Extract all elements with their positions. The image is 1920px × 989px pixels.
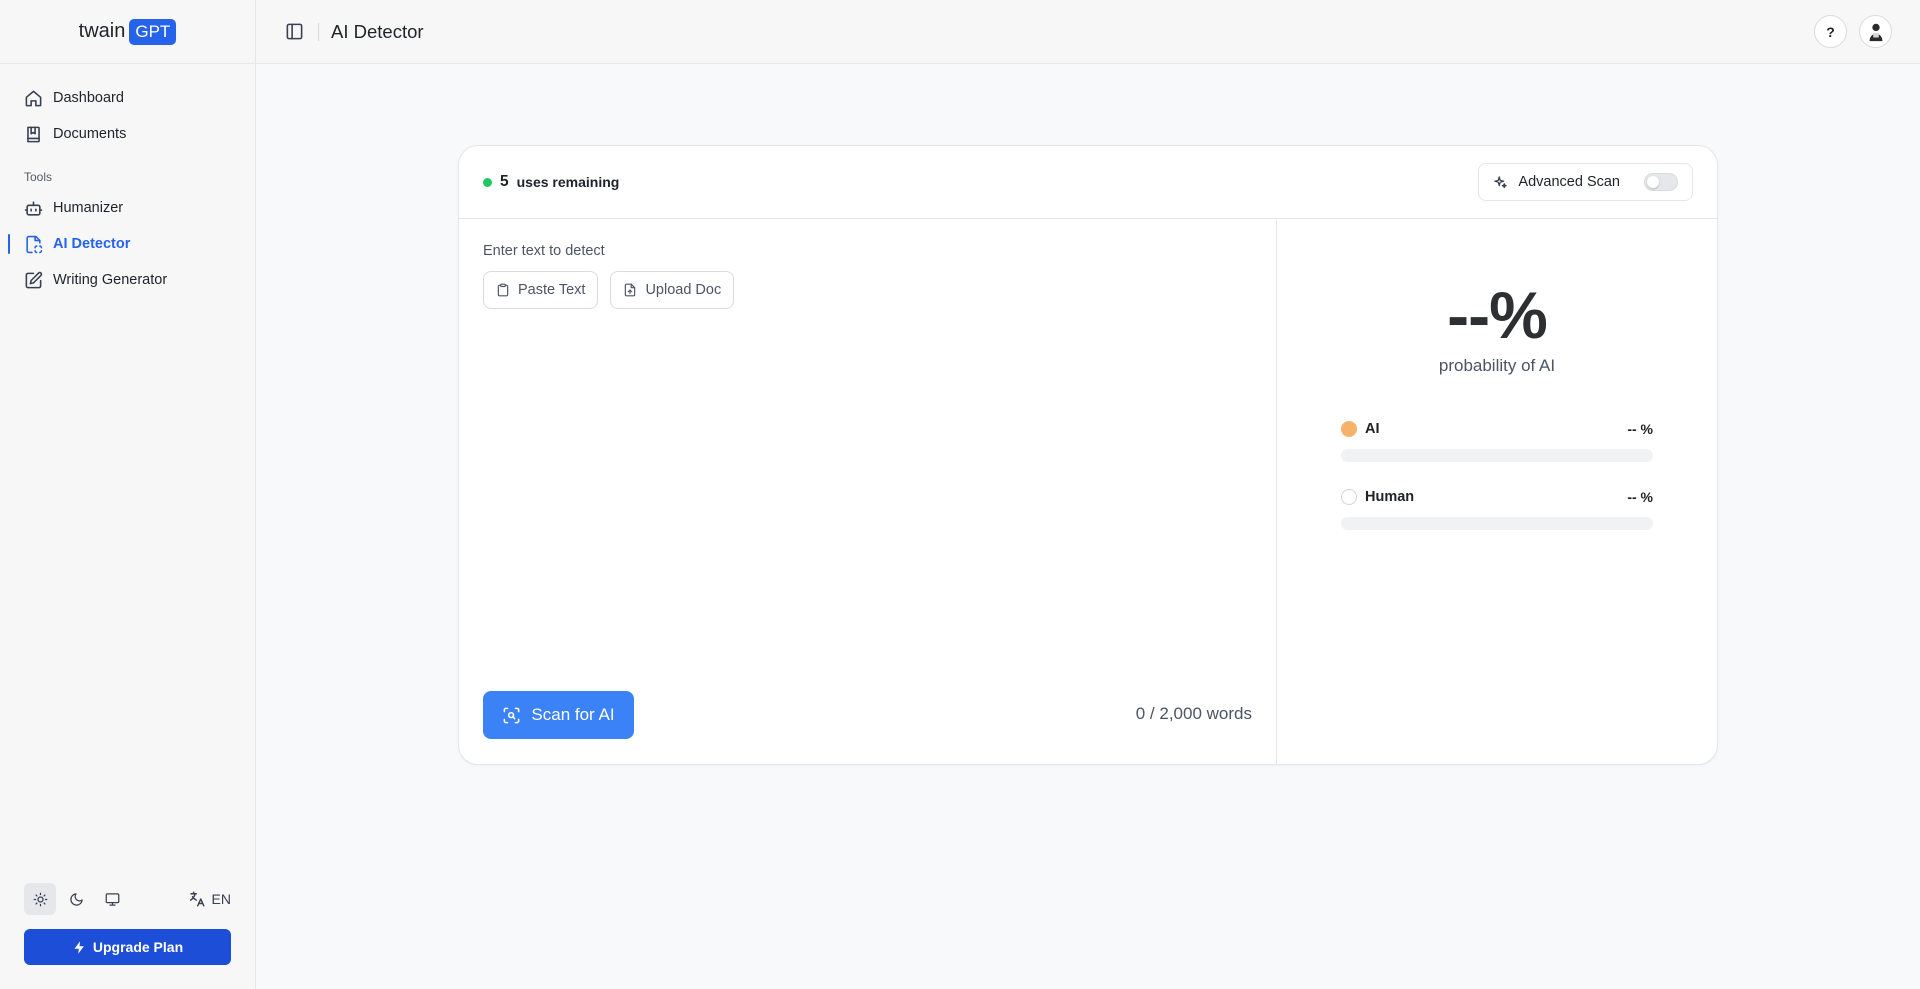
home-icon — [24, 89, 43, 108]
metric-human: Human -- % — [1341, 489, 1653, 530]
file-upload-icon — [623, 283, 637, 297]
upload-doc-button[interactable]: Upload Doc — [610, 271, 735, 309]
paste-text-label: Paste Text — [518, 282, 586, 298]
avatar[interactable] — [1859, 15, 1892, 48]
help-label: ? — [1826, 23, 1835, 40]
paste-text-button[interactable]: Paste Text — [483, 271, 599, 309]
theme-switcher: EN — [24, 883, 231, 915]
sidebar-item-label: Humanizer — [53, 200, 124, 216]
advanced-scan-label: Advanced Scan — [1518, 174, 1620, 190]
theme-system-button[interactable] — [96, 883, 128, 915]
result-pane: --% probability of AI AI -- % Human -- % — [1277, 219, 1717, 764]
language-label: EN — [211, 891, 231, 907]
ai-legend-dot — [1341, 421, 1357, 437]
book-icon — [24, 125, 43, 144]
advanced-scan-toggle[interactable]: Advanced Scan — [1478, 163, 1693, 201]
bot-icon — [24, 199, 43, 218]
translate-icon — [188, 890, 206, 908]
clipboard-icon — [496, 283, 510, 297]
sidebar-item-label: Documents — [53, 126, 127, 142]
metric-ai-row: AI -- % — [1341, 421, 1653, 437]
input-pane: Enter text to detect Paste Text Upload D… — [459, 219, 1277, 764]
metric-ai-value: -- % — [1627, 421, 1653, 437]
advanced-scan-switch[interactable] — [1644, 173, 1678, 191]
logo[interactable]: twain GPT — [0, 0, 255, 64]
metric-ai-label: AI — [1365, 421, 1380, 437]
sidebar-item-label: Dashboard — [53, 90, 124, 106]
scan-for-ai-label: Scan for AI — [531, 705, 615, 724]
theme-dark-button[interactable] — [60, 883, 92, 915]
input-label: Enter text to detect — [483, 243, 605, 259]
uses-count: 5 — [500, 173, 509, 190]
sidebar-item-ai-detector[interactable]: AI Detector — [0, 226, 255, 262]
monitor-icon — [105, 892, 120, 907]
file-scan-icon — [24, 235, 43, 254]
metric-human-label: Human — [1365, 489, 1415, 505]
metric-ai-bar — [1341, 449, 1653, 462]
input-actions: Paste Text Upload Doc — [483, 271, 1252, 309]
language-selector[interactable]: EN — [188, 890, 231, 908]
upgrade-plan-label: Upgrade Plan — [92, 939, 184, 955]
sidebar-item-label: Writing Generator — [53, 272, 168, 288]
header-divider — [318, 22, 319, 41]
sidebar-toggle-button[interactable] — [278, 16, 310, 48]
scan-for-ai-button[interactable]: Scan for AI — [483, 691, 634, 739]
word-count: 0 / 2,000 words — [1135, 704, 1252, 723]
ai-detector-card: 5 uses remaining Advanced Scan Enter tex… — [458, 145, 1718, 765]
sidebar-section-tools: Tools — [24, 170, 53, 184]
sidebar-item-dashboard[interactable]: Dashboard — [0, 80, 255, 116]
theme-light-button[interactable] — [24, 883, 56, 915]
sidebar-item-label: AI Detector — [53, 236, 131, 252]
card-body: Enter text to detect Paste Text Upload D… — [459, 219, 1717, 764]
ai-probability-value: --% — [1447, 278, 1548, 352]
panel-left-icon — [285, 22, 304, 41]
header-actions: ? — [1814, 15, 1892, 48]
sidebar-item-humanizer[interactable]: Humanizer — [0, 190, 255, 226]
logo-text: twain — [78, 20, 126, 42]
sidebar-footer: EN Upgrade Plan — [24, 883, 231, 965]
status-dot — [483, 177, 492, 187]
text-input[interactable] — [483, 321, 1252, 664]
sidebar-nav: Dashboard Documents Tools Humanizer AI D… — [0, 64, 255, 298]
sun-icon — [33, 892, 48, 907]
sparkles-icon — [1493, 175, 1508, 190]
human-legend-dot — [1341, 489, 1357, 505]
ai-probability-label: probability of AI — [1438, 356, 1556, 375]
uses-remaining: 5 uses remaining — [483, 173, 619, 191]
top-header: AI Detector ? — [256, 0, 1920, 64]
metric-human-value: -- % — [1627, 489, 1653, 505]
bolt-icon — [72, 940, 87, 955]
sidebar: twain GPT Dashboard Documents Tools Huma… — [0, 0, 256, 989]
card-toolbar: 5 uses remaining Advanced Scan — [459, 146, 1717, 219]
help-button[interactable]: ? — [1814, 15, 1847, 48]
upload-doc-label: Upload Doc — [645, 282, 722, 298]
user-avatar-icon — [1865, 21, 1887, 43]
metric-human-row: Human -- % — [1341, 489, 1653, 505]
logo-badge: GPT — [129, 18, 177, 45]
metric-ai: AI -- % — [1341, 421, 1653, 462]
edit-icon — [24, 271, 43, 290]
metric-human-bar — [1341, 517, 1653, 530]
scan-icon — [502, 706, 521, 725]
sidebar-item-writing-generator[interactable]: Writing Generator — [0, 262, 255, 298]
upgrade-plan-button[interactable]: Upgrade Plan — [24, 929, 231, 965]
page-title: AI Detector — [331, 20, 424, 42]
moon-icon — [69, 892, 84, 907]
uses-label: uses remaining — [516, 174, 620, 190]
sidebar-item-documents[interactable]: Documents — [0, 116, 255, 152]
